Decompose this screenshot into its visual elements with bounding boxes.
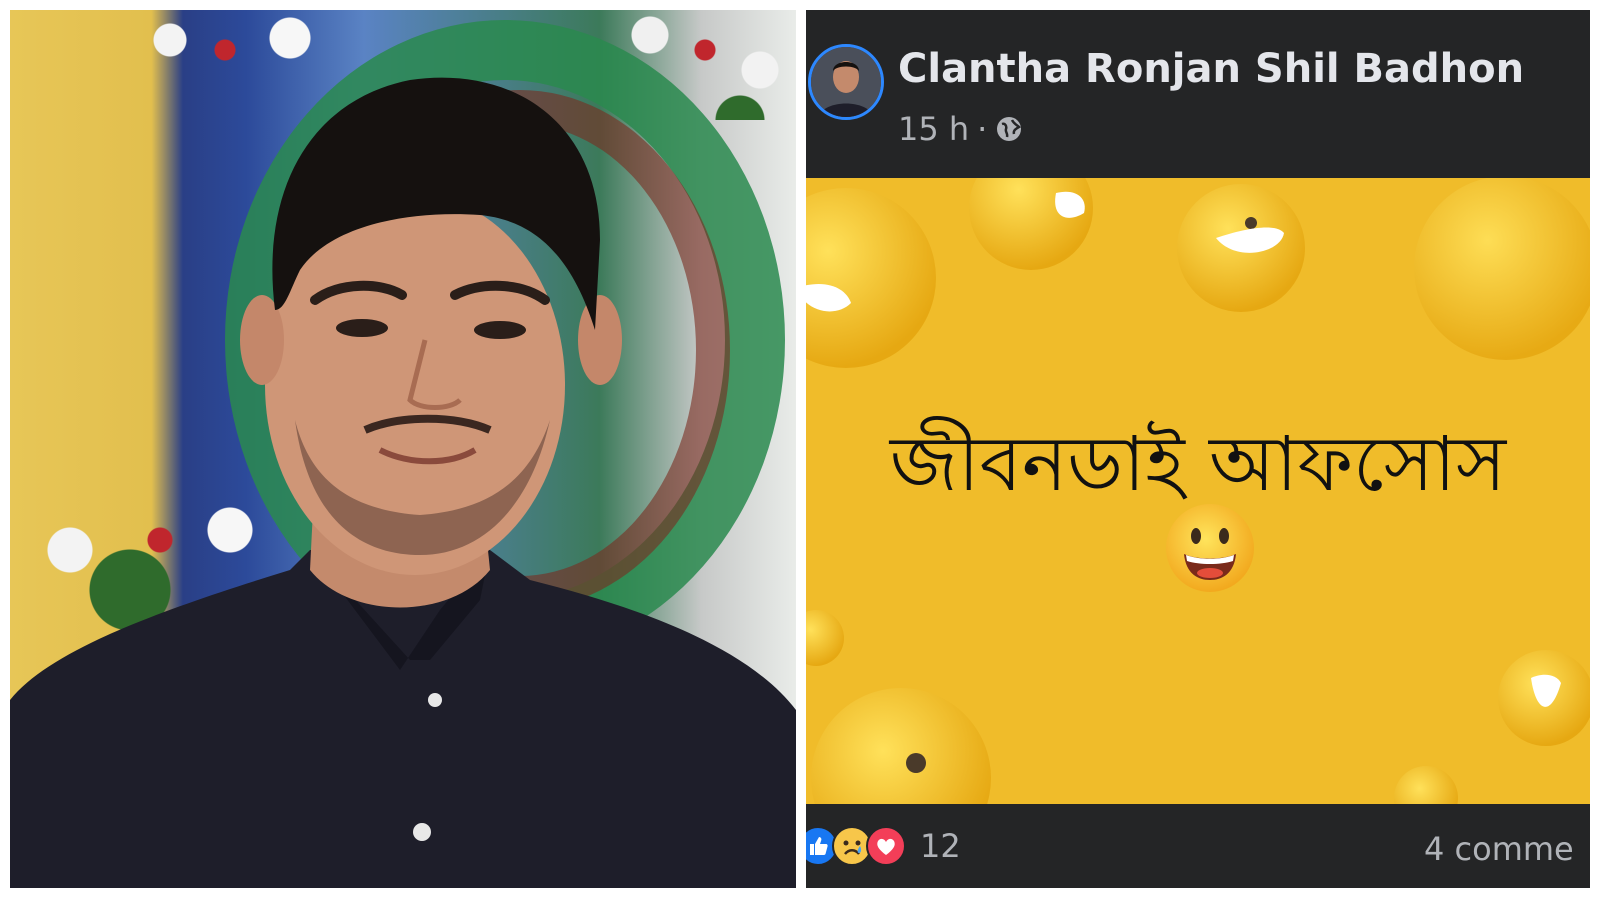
author-avatar[interactable] xyxy=(808,44,884,120)
reaction-summary[interactable]: 12 xyxy=(806,826,961,866)
comments-count[interactable]: 4 comme xyxy=(1424,830,1574,868)
post-meta: 15 h · xyxy=(898,110,1023,148)
post-time[interactable]: 15 h xyxy=(898,110,969,148)
meta-separator: · xyxy=(977,110,988,148)
avatar-image xyxy=(811,47,881,117)
post-image[interactable]: জীবনডাই আফসোস xyxy=(806,178,1590,804)
post-header: Clantha Ronjan Shil Badhon 15 h · xyxy=(806,10,1590,178)
person-portrait xyxy=(10,77,796,888)
author-name[interactable]: Clantha Ronjan Shil Badhon xyxy=(898,46,1524,92)
love-icon xyxy=(866,826,906,866)
globe-icon[interactable] xyxy=(995,115,1023,143)
grinning-face-emoji xyxy=(1166,504,1254,592)
facebook-post: Clantha Ronjan Shil Badhon 15 h · জীবনডা… xyxy=(806,10,1590,888)
post-footer: 12 4 comme xyxy=(806,804,1590,888)
profile-photo xyxy=(10,10,796,888)
reaction-count: 12 xyxy=(920,827,961,865)
